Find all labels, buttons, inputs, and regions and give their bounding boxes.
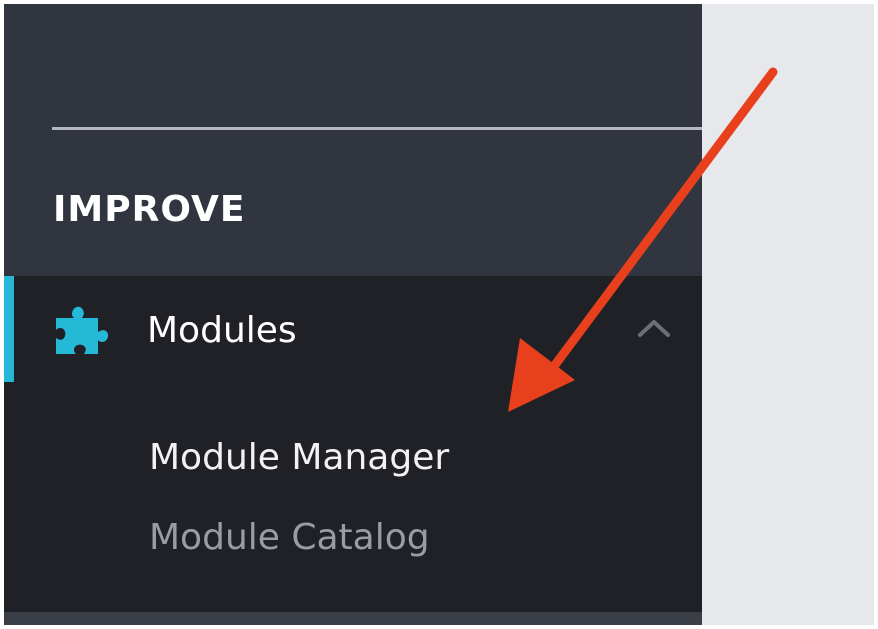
section-title-improve: IMPROVE [53, 189, 246, 230]
chevron-up-icon[interactable] [636, 316, 672, 340]
sidebar-divider [52, 127, 702, 130]
sidebar-nav: IMPROVE Modules Module Manager Module Ca… [4, 4, 702, 625]
puzzle-piece-icon [56, 306, 109, 354]
submenu-item-module-manager[interactable]: Module Manager [149, 436, 449, 480]
submenu-item-module-catalog[interactable]: Module Catalog [149, 516, 430, 560]
sidebar-item-modules-label: Modules [147, 310, 297, 351]
sidebar-bottom-strip [4, 612, 702, 625]
screenshot-frame: IMPROVE Modules Module Manager Module Ca… [0, 0, 878, 629]
modules-menu-group: Modules Module Manager Module Catalog [4, 276, 702, 612]
active-indicator [4, 276, 14, 382]
main-content-area [702, 4, 874, 625]
sidebar-item-modules[interactable]: Modules [14, 276, 702, 382]
